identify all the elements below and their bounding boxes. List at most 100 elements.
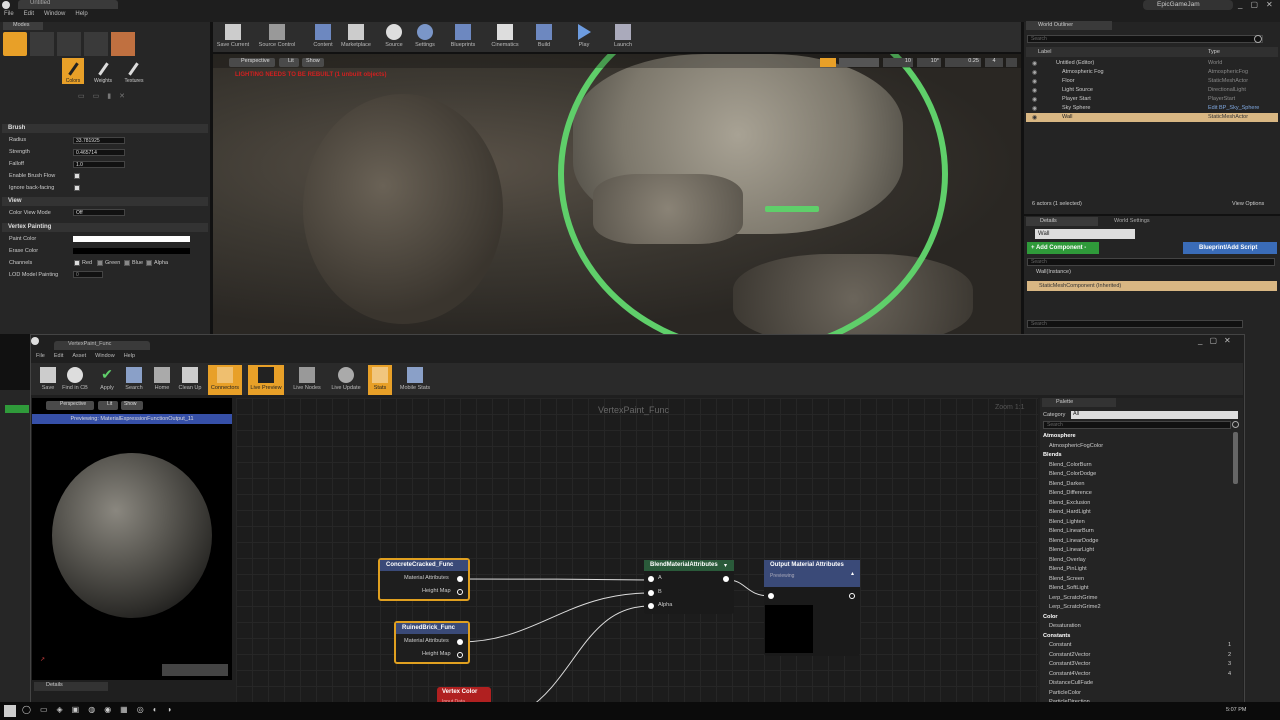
- taskbar-apps[interactable]: ◯▭◈▣◍◉▦◎◐◑: [22, 705, 180, 714]
- palette-item[interactable]: Blend_ColorBurn: [1049, 462, 1092, 468]
- palette-category[interactable]: Blends: [1043, 452, 1062, 458]
- enable-flow-checkbox[interactable]: [74, 173, 80, 179]
- view-section-header[interactable]: View: [2, 197, 208, 206]
- perspective-button[interactable]: Perspective: [229, 58, 275, 67]
- palette-item[interactable]: Blend_LinearLight: [1049, 547, 1094, 553]
- lod-input[interactable]: 0: [73, 271, 103, 278]
- content-button[interactable]: Content: [308, 22, 338, 52]
- home-button[interactable]: Home: [147, 365, 177, 395]
- instance-item[interactable]: Wall(Instance): [1036, 269, 1071, 275]
- outliner-row[interactable]: ◉ Sky Sphere Edit BP_Sky_Sphere: [1026, 104, 1278, 113]
- add-new-button[interactable]: [5, 405, 29, 413]
- palette-scrollbar[interactable]: [1233, 432, 1238, 484]
- paint-color-swatch[interactable]: [73, 236, 190, 242]
- label-column-header[interactable]: Label: [1038, 49, 1051, 55]
- material-preview-viewport[interactable]: Perspective Lit Show Previewing: Materia…: [32, 398, 232, 680]
- eye-icon[interactable]: ◉: [1032, 87, 1037, 94]
- menu-file[interactable]: File: [4, 11, 14, 17]
- pin-output-result[interactable]: [849, 593, 855, 599]
- window-controls[interactable]: _▢✕: [1238, 0, 1280, 9]
- palette-category[interactable]: Color: [1043, 614, 1058, 620]
- outliner-row-selected[interactable]: ◉ Wall StaticMeshActor: [1026, 113, 1278, 122]
- palette-item[interactable]: Desaturation: [1049, 623, 1081, 629]
- palette-item[interactable]: Blend_ColorDodge: [1049, 471, 1096, 477]
- menu-window[interactable]: Window: [44, 11, 65, 17]
- mode-geometry-icon[interactable]: [111, 32, 135, 56]
- erase-color-swatch[interactable]: [73, 248, 190, 254]
- add-component-button[interactable]: + Add Component -: [1027, 242, 1099, 254]
- palette-item[interactable]: Blend_Darken: [1049, 481, 1084, 487]
- lit-button[interactable]: Lit: [279, 58, 299, 67]
- eye-icon[interactable]: ◉: [1032, 78, 1037, 85]
- palette-category[interactable]: Atmosphere: [1043, 433, 1076, 439]
- outliner-row[interactable]: ◉ Player Start PlayerStart: [1026, 95, 1278, 104]
- actor-name-input[interactable]: Wall: [1035, 229, 1135, 239]
- palette-item[interactable]: Blend_Screen: [1049, 576, 1084, 582]
- node-concrete-cracked[interactable]: ConcreteCracked_Func Material Attributes…: [378, 558, 470, 601]
- camera-speed[interactable]: 4: [985, 58, 1003, 67]
- me-menu-help[interactable]: Help: [124, 353, 135, 359]
- palette-item[interactable]: Blend_Lighten: [1049, 519, 1085, 525]
- pin-ruined-material[interactable]: [457, 639, 463, 645]
- palette-item[interactable]: Blend_LinearDodge: [1049, 538, 1098, 544]
- palette-item[interactable]: Blend_LinearBurn: [1049, 528, 1094, 534]
- world-settings-tab[interactable]: World Settings: [1100, 217, 1172, 226]
- eye-icon[interactable]: ◉: [1032, 105, 1037, 112]
- brush-section-header[interactable]: Brush: [2, 124, 208, 133]
- connectors-button[interactable]: Connectors: [208, 365, 242, 395]
- category-select[interactable]: All: [1071, 411, 1238, 419]
- radius-input[interactable]: 33.781925: [73, 137, 125, 144]
- me-save-button[interactable]: Save: [33, 365, 63, 395]
- me-search-button[interactable]: Search: [119, 365, 149, 395]
- palette-item[interactable]: Blend_HardLight: [1049, 509, 1091, 515]
- launch-button[interactable]: Launch: [608, 22, 638, 52]
- mode-paint-icon[interactable]: [30, 32, 54, 56]
- play-button[interactable]: Play: [569, 22, 599, 52]
- ignore-backfacing-checkbox[interactable]: [74, 185, 80, 191]
- marketplace-button[interactable]: Marketplace: [339, 22, 373, 52]
- collapse-arrow-icon[interactable]: ▾: [724, 562, 727, 569]
- translate-icon[interactable]: [820, 58, 836, 67]
- palette-item[interactable]: Constant2Vector: [1049, 652, 1090, 658]
- mode-place-icon[interactable]: [3, 32, 27, 56]
- me-show-button[interactable]: Show: [121, 401, 143, 410]
- level-viewport[interactable]: Perspective Lit Show LIGHTING NEEDS TO B…: [213, 54, 1021, 334]
- outliner-tab[interactable]: World Outliner: [1026, 21, 1112, 30]
- material-window-controls[interactable]: _▢✕: [1198, 336, 1238, 345]
- palette-item[interactable]: AtmosphericFogColor: [1049, 443, 1103, 449]
- clean-up-button[interactable]: Clean Up: [175, 365, 205, 395]
- live-update-button[interactable]: Live Update: [328, 365, 364, 395]
- mode-foliage-icon[interactable]: [84, 32, 108, 56]
- eye-icon[interactable]: ◉: [1032, 60, 1037, 67]
- material-editor-tab[interactable]: VertexPaint_Func: [54, 341, 150, 350]
- view-options-button[interactable]: View Options: [1232, 201, 1264, 207]
- me-menu-file[interactable]: File: [36, 353, 45, 359]
- preview-shape-buttons[interactable]: [162, 664, 228, 676]
- components-search-input[interactable]: Search: [1027, 258, 1275, 266]
- me-perspective-button[interactable]: Perspective: [46, 401, 94, 410]
- menu-help[interactable]: Help: [75, 11, 87, 17]
- palette-search-input[interactable]: Search: [1043, 421, 1231, 429]
- palette-item[interactable]: Blend_Overlay: [1049, 557, 1086, 563]
- blue-channel-checkbox[interactable]: [124, 260, 130, 266]
- strength-input[interactable]: 0.465714: [73, 149, 125, 156]
- tool-textures[interactable]: Textures: [122, 58, 146, 84]
- me-lit-button[interactable]: Lit: [98, 401, 118, 410]
- palette-category[interactable]: Constants: [1043, 633, 1070, 639]
- scale-snap[interactable]: 0.25: [945, 58, 981, 67]
- outliner-row[interactable]: ◉ Light Source DirectionalLight: [1026, 86, 1278, 95]
- node-ruined-brick[interactable]: RuinedBrick_Func Material Attributes Hei…: [394, 621, 470, 664]
- outliner-row[interactable]: ◉ Atmospheric Fog AtmosphericFog: [1026, 68, 1278, 77]
- me-menu-edit[interactable]: Edit: [54, 353, 63, 359]
- pin-blend-output[interactable]: [723, 576, 729, 582]
- node-output-material-attributes[interactable]: Output Material Attributes Previewing ▴: [764, 560, 860, 656]
- falloff-input[interactable]: 1.0: [73, 161, 125, 168]
- palette-item[interactable]: Blend_SoftLight: [1049, 585, 1089, 591]
- mobile-stats-button[interactable]: Mobile Stats: [396, 365, 434, 395]
- palette-item[interactable]: Blend_PinLight: [1049, 566, 1087, 572]
- menu-edit[interactable]: Edit: [24, 11, 34, 17]
- palette-tab[interactable]: Palette: [1042, 398, 1116, 407]
- pin-blend-alpha[interactable]: [648, 603, 654, 609]
- source-control-button[interactable]: Source Control: [256, 22, 298, 52]
- me-menu-asset[interactable]: Asset: [72, 353, 86, 359]
